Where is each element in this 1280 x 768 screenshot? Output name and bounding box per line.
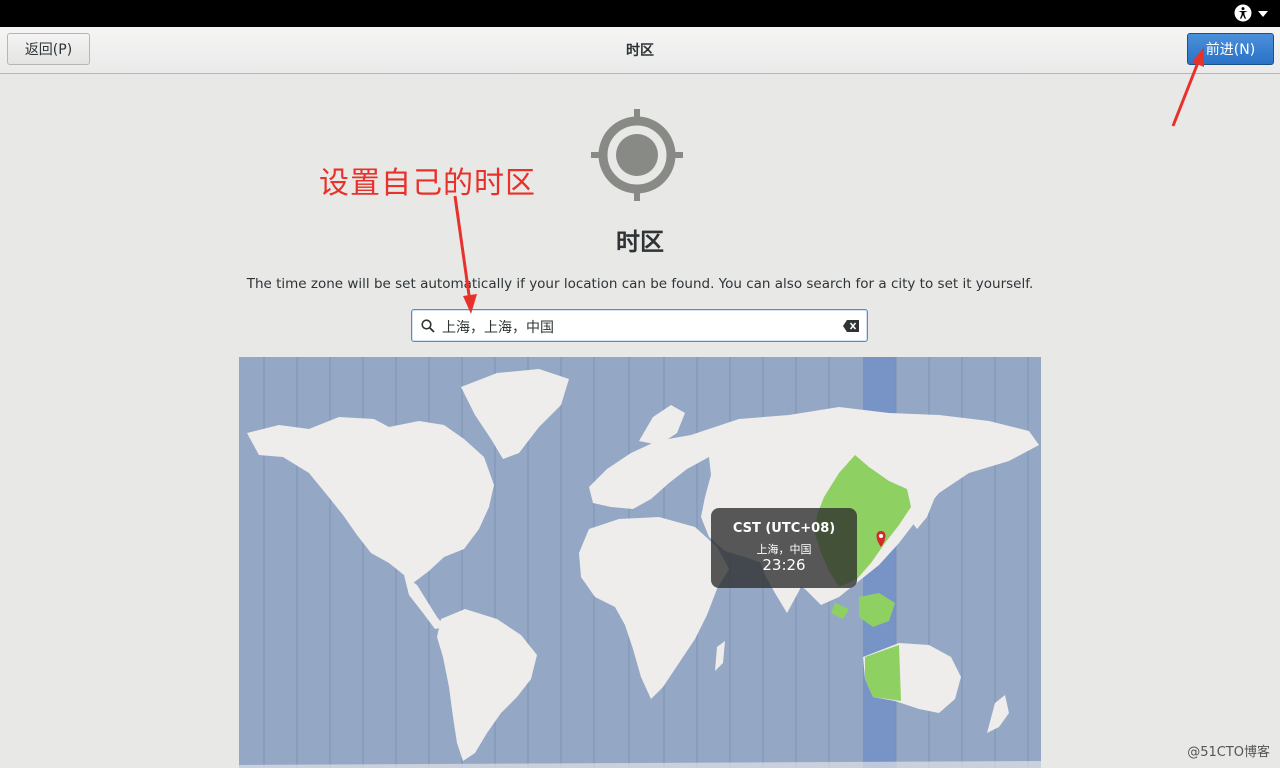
- top-bar: [0, 0, 1280, 27]
- header-bar: 返回(P) 时区 前进(N): [0, 27, 1280, 74]
- world-map-graphic: [239, 357, 1041, 768]
- search-icon: [421, 319, 435, 333]
- page-title: 时区: [616, 228, 664, 256]
- accessibility-menu[interactable]: [1234, 4, 1268, 22]
- header-title: 时区: [626, 43, 654, 59]
- watermark: @51CTO博客: [1187, 745, 1270, 760]
- description-text: The time zone will be set automatically …: [246, 276, 1034, 292]
- timezone-city: 上海，中国: [756, 543, 812, 556]
- next-button[interactable]: 前进(N): [1187, 33, 1274, 65]
- timezone-map[interactable]: CST (UTC+08) 上海，中国 23:26: [239, 357, 1041, 768]
- timezone-name: CST (UTC+08): [732, 521, 836, 536]
- timezone-time: 23:26: [762, 556, 806, 574]
- search-value: 上海，上海，中国: [442, 320, 554, 336]
- location-icon: [591, 109, 683, 201]
- clear-icon[interactable]: [843, 320, 859, 332]
- accessibility-icon: [1234, 4, 1252, 22]
- search-input[interactable]: 上海，上海，中国: [411, 309, 868, 342]
- timezone-tooltip: CST (UTC+08) 上海，中国 23:26: [711, 508, 857, 588]
- annotation-text: 设置自己的时区: [319, 166, 536, 201]
- chevron-down-icon: [1258, 11, 1268, 17]
